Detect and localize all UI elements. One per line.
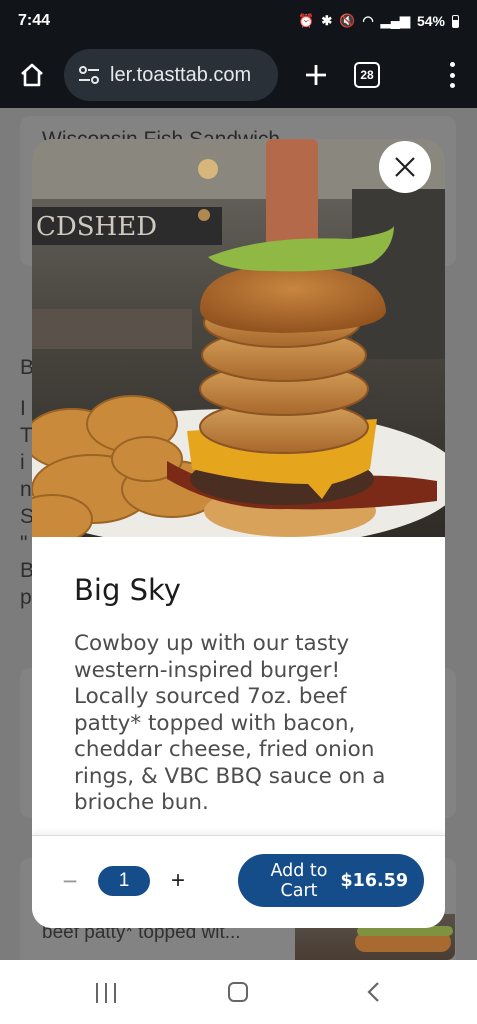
bluetooth-icon: ✱ [321, 13, 333, 28]
address-bar[interactable]: ler.toasttab.com [64, 49, 278, 101]
close-button[interactable] [379, 141, 431, 193]
back-icon[interactable] [364, 981, 384, 1003]
item-photo: CDSHED [32, 139, 445, 537]
new-tab-icon[interactable] [298, 55, 334, 95]
recents-icon[interactable] [96, 983, 116, 1003]
system-nav-bar [0, 960, 477, 1024]
battery-icon [452, 14, 459, 28]
battery-percent: 54% [416, 13, 445, 29]
item-detail-modal: CDSHED Big Sky Cowboy up with our tasty … [32, 139, 445, 928]
status-icons: ⏰ ✱ 🔇 ◠ ▂▄▆ 54% [298, 13, 459, 29]
svg-text:CDSHED: CDSHED [36, 212, 157, 242]
status-time: 7:44 [18, 12, 51, 29]
home-nav-icon[interactable] [228, 982, 248, 1002]
modal-footer: − 1 + Add to Cart $16.59 [32, 835, 445, 928]
signal-icon: ▂▄▆ [380, 13, 410, 28]
alarm-icon: ⏰ [298, 13, 315, 28]
item-price: $16.59 [340, 870, 408, 891]
item-description: Cowboy up with our tasty western-inspire… [74, 631, 386, 815]
add-to-cart-label: Add to Cart [270, 860, 328, 901]
quantity-value: 1 [98, 866, 150, 896]
decrease-quantity-button[interactable]: − [58, 866, 82, 896]
tab-count: 28 [360, 68, 374, 82]
mute-icon: 🔇 [339, 13, 356, 28]
item-name: Big Sky [74, 573, 181, 607]
close-icon [395, 157, 415, 177]
wifi-icon: ◠ [362, 13, 374, 28]
add-to-cart-button[interactable]: Add to Cart $16.59 [238, 854, 424, 907]
increase-quantity-button[interactable]: + [166, 866, 190, 896]
site-settings-icon[interactable] [78, 66, 100, 84]
tabs-icon[interactable]: 28 [354, 62, 380, 88]
status-bar: 7:44 ⏰ ✱ 🔇 ◠ ▂▄▆ 54% [0, 0, 477, 42]
overflow-menu-icon[interactable] [447, 62, 457, 88]
browser-toolbar: ler.toasttab.com 28 [0, 42, 477, 108]
url-text: ler.toasttab.com [110, 63, 252, 86]
home-icon[interactable] [12, 55, 52, 95]
